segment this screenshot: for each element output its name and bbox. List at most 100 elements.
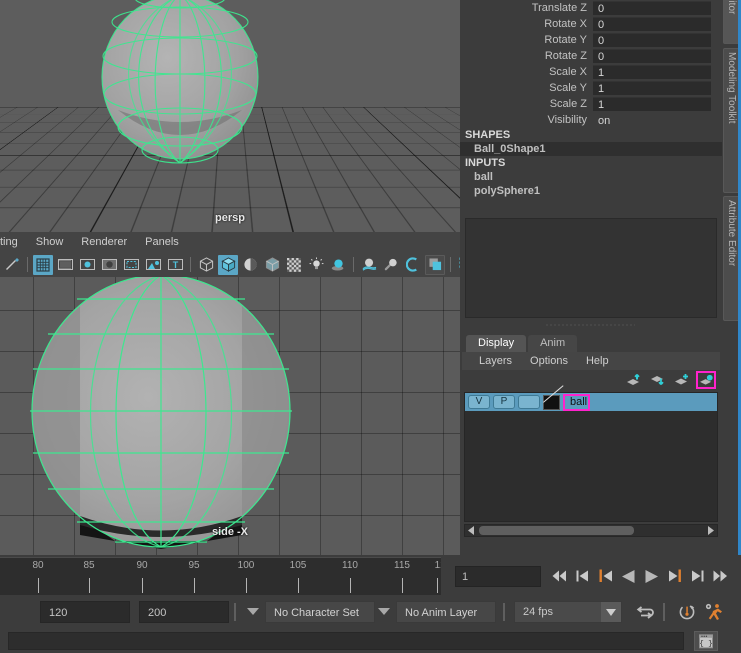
tab-anim[interactable]: Anim — [528, 335, 578, 352]
layer-name-field-highlight[interactable]: ball — [563, 393, 591, 411]
select-tool-icon[interactable] — [2, 255, 22, 275]
sphere-mesh-side[interactable] — [30, 277, 292, 551]
channel-row[interactable]: Translate Z 0 — [460, 0, 722, 16]
fps-dropdown[interactable]: 24 fps — [514, 601, 622, 623]
shaded-icon[interactable] — [218, 254, 238, 275]
channel-value[interactable]: 0 — [593, 16, 711, 32]
panel-splitter-handle[interactable] — [465, 321, 717, 329]
gate-mask-icon[interactable] — [99, 255, 119, 275]
layer-playback-toggle[interactable]: P — [493, 395, 515, 409]
animation-preferences-icon[interactable] — [704, 601, 726, 623]
range-start-field[interactable]: 120 — [40, 601, 130, 623]
time-slider[interactable]: 80 85 90 95 100 105 110 115 120 — [0, 557, 451, 597]
channel-value[interactable]: 1 — [593, 96, 711, 112]
character-set-dropdown-arrow[interactable] — [247, 608, 259, 615]
time-tick-label: 100 — [237, 560, 255, 571]
step-back-key-button[interactable] — [595, 566, 616, 587]
field-chart-icon[interactable] — [121, 255, 141, 275]
shadows-icon[interactable] — [328, 255, 348, 275]
new-layer-from-selected-icon[interactable] — [696, 371, 716, 389]
scrollbar-thumb[interactable] — [479, 526, 634, 535]
anim-layer-field[interactable]: No Anim Layer — [396, 601, 496, 623]
perspective-viewport[interactable]: persp — [0, 0, 460, 232]
layer-visibility-toggle[interactable]: V — [468, 395, 490, 409]
character-set-field[interactable]: No Character Set — [265, 601, 375, 623]
channel-row[interactable]: Scale Z 1 — [460, 96, 722, 112]
channel-row[interactable]: Rotate X 0 — [460, 16, 722, 32]
anim-layer-dropdown-arrow[interactable] — [378, 608, 390, 615]
shape-node-item[interactable]: Ball_0Shape1 — [460, 142, 722, 156]
go-to-end-button[interactable] — [710, 566, 731, 587]
grid-display-icon[interactable] — [33, 254, 53, 275]
checker-texture-icon[interactable] — [284, 255, 304, 275]
fps-dropdown-arrow[interactable] — [601, 602, 621, 622]
isolate-select-icon[interactable] — [425, 254, 445, 275]
move-layer-up-icon[interactable] — [624, 371, 644, 389]
wireframe-icon[interactable] — [196, 255, 216, 275]
channel-value[interactable]: 0 — [593, 48, 711, 64]
safe-action-icon[interactable] — [143, 255, 163, 275]
layer-color-swatch[interactable] — [543, 394, 560, 410]
channel-row[interactable]: Rotate Z 0 — [460, 48, 722, 64]
resolution-gate-icon[interactable] — [77, 255, 97, 275]
input-node-polysphere[interactable]: polySphere1 — [460, 184, 722, 198]
menu-help[interactable]: Help — [577, 352, 618, 370]
move-layer-down-icon[interactable] — [648, 371, 668, 389]
input-node-ball[interactable]: ball — [460, 170, 722, 184]
command-input[interactable] — [8, 632, 684, 650]
sphere-mesh-persp[interactable] — [90, 0, 270, 172]
menu-layers[interactable]: Layers — [470, 352, 521, 370]
auto-keyframe-toggle-icon[interactable] — [676, 601, 698, 623]
lighting-bulb-icon[interactable] — [306, 255, 326, 275]
step-forward-frame-button[interactable] — [687, 566, 708, 587]
layer-row-ball[interactable]: V P ball — [465, 393, 717, 411]
channel-value[interactable]: on — [593, 112, 711, 128]
channel-value[interactable]: 1 — [593, 64, 711, 80]
time-tick — [142, 578, 143, 593]
toolbar-separator — [450, 257, 451, 272]
channel-row[interactable]: Rotate Y 0 — [460, 32, 722, 48]
current-frame-field[interactable]: 1 — [455, 565, 541, 587]
scroll-left-arrow[interactable] — [465, 525, 478, 536]
time-tick — [350, 578, 351, 593]
channel-value[interactable]: 0 — [593, 0, 711, 16]
menu-lighting[interactable]: ting — [0, 232, 27, 253]
channel-label: Rotate Y — [544, 34, 587, 46]
layer-list[interactable]: V P ball — [464, 392, 718, 522]
loop-playback-icon[interactable] — [634, 601, 656, 623]
play-forwards-button[interactable] — [641, 566, 662, 587]
range-end-field[interactable]: 200 — [139, 601, 229, 623]
safe-title-icon[interactable]: T — [165, 255, 185, 275]
time-tick-label: 90 — [136, 560, 148, 571]
scroll-right-arrow[interactable] — [704, 525, 717, 536]
go-to-start-button[interactable] — [549, 566, 570, 587]
new-layer-icon[interactable] — [672, 371, 692, 389]
shaded-wire-icon[interactable] — [240, 255, 260, 275]
fps-label: 24 fps — [523, 606, 553, 618]
script-editor-icon[interactable]: { } — [694, 631, 718, 651]
film-gate-icon[interactable] — [55, 255, 75, 275]
channel-value[interactable]: 0 — [593, 32, 711, 48]
channel-row[interactable]: Scale Y 1 — [460, 80, 722, 96]
menu-show[interactable]: Show — [27, 232, 73, 253]
menu-options[interactable]: Options — [521, 352, 577, 370]
channel-row[interactable]: Scale X 1 — [460, 64, 722, 80]
channel-row[interactable]: Visibility on — [460, 112, 722, 128]
menu-renderer[interactable]: Renderer — [72, 232, 136, 253]
layer-editor-toolbar — [462, 370, 720, 390]
play-backwards-button[interactable] — [618, 566, 639, 587]
layer-list-horizontal-scrollbar[interactable] — [464, 524, 718, 537]
multisample-arc-icon[interactable] — [403, 255, 423, 275]
range-separator — [234, 603, 236, 621]
ambient-occlusion-icon[interactable] — [359, 255, 379, 275]
side-viewport[interactable]: side -X — [0, 277, 460, 555]
layer-editor-tabs: Display Anim — [462, 334, 720, 352]
motion-blur-icon[interactable] — [381, 255, 401, 275]
layer-shading-toggle[interactable] — [518, 395, 540, 409]
step-back-frame-button[interactable] — [572, 566, 593, 587]
tab-display[interactable]: Display — [466, 335, 527, 352]
xray-icon[interactable] — [262, 255, 282, 275]
menu-panels[interactable]: Panels — [136, 232, 188, 253]
channel-value[interactable]: 1 — [593, 80, 711, 96]
step-forward-key-button[interactable] — [664, 566, 685, 587]
